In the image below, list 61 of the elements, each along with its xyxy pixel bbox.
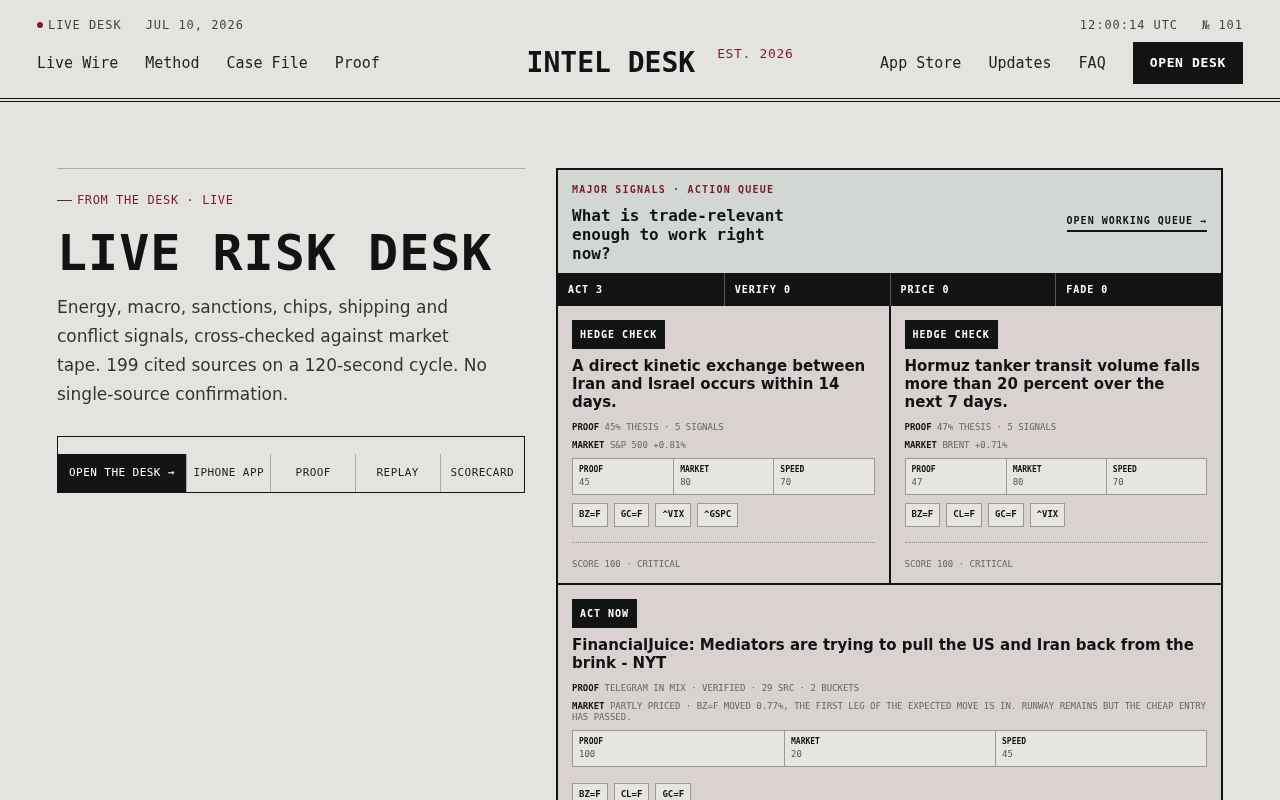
- ticker-tag[interactable]: BZ=F: [572, 783, 608, 800]
- stat-cell: SPEED 70: [773, 458, 874, 494]
- card-badge: ACT NOW: [572, 599, 638, 628]
- nav-link[interactable]: Case File: [226, 51, 308, 75]
- proof-line: PROOF 45% THESIS · 5 SIGNALS: [572, 421, 725, 434]
- hero-button[interactable]: OPEN THE DESK →: [58, 454, 186, 492]
- working-queue-link[interactable]: OPEN WORKING QUEUE →: [1066, 213, 1207, 232]
- issue-number: № 101: [1202, 17, 1243, 34]
- score-text: SCORE 100 · CRITICAL: [572, 557, 682, 571]
- ticker-tag[interactable]: CL=F: [946, 503, 982, 527]
- eyebrow-dash-icon: [57, 199, 72, 201]
- ticker-tag[interactable]: CL=F: [613, 783, 650, 800]
- card-badge: HEDGE CHECK: [904, 320, 998, 349]
- time-text: 12:00:14 UTC: [1079, 17, 1179, 34]
- nav-link[interactable]: Proof: [334, 51, 380, 75]
- ticker-tag[interactable]: GC=F: [613, 503, 650, 527]
- hero-button[interactable]: SCORECARD: [439, 454, 524, 492]
- stat-cell-text: PROOF 45: [578, 463, 605, 489]
- stat-cell: SPEED 45: [995, 730, 1206, 766]
- nav-link[interactable]: App Store: [880, 51, 962, 75]
- hero-eyebrow: FROM THE DESK · LIVE: [77, 192, 234, 209]
- nav-link[interactable]: Updates: [988, 51, 1052, 75]
- hero-description: Energy, macro, sanctions, chips, shipping and conflict signals, cross-checked against market tape. 199 cited sources on a 120-second cycle. No single-source confirmation.: [57, 296, 488, 406]
- nav-link[interactable]: Method: [145, 51, 200, 75]
- market-line: MARKET BRENT +0.71%: [904, 439, 1009, 451]
- queue-eyebrow: MAJOR SIGNALS · ACTION QUEUE: [572, 183, 776, 197]
- live-status: LIVE DESK: [37, 16, 122, 34]
- ticker-tag[interactable]: GC=F: [987, 503, 1024, 527]
- card-title: FinancialJuice: Mediators are trying to pull the US and Iran back from the brink - NYT: [572, 636, 1195, 672]
- date-text: JUL 10, 2026: [145, 17, 244, 34]
- hero-button[interactable]: PROOF: [270, 454, 355, 492]
- stat-cell: MARKET 80: [1005, 458, 1106, 494]
- hero-button[interactable]: IPHONE APP: [185, 454, 271, 492]
- est-text: EST. 2026: [717, 45, 794, 63]
- ticker-tag[interactable]: ^VIX: [1029, 503, 1066, 527]
- ticker-tag[interactable]: BZ=F: [904, 503, 941, 527]
- stat-cell-text: PROOF 47: [910, 463, 937, 489]
- hero-title: LIVE RISK DESK: [57, 223, 494, 283]
- ticker-tag[interactable]: GC=F: [655, 783, 692, 800]
- market-line: MARKET PARTLY PRICED · BZ=F MOVED 0.77%, THE FIRST LEG OF THE EXPECTED MOVE IS IN. RUNWAY REMAINS BUT THE CHEAP ENTRY HAS PASSED.: [572, 700, 1207, 723]
- proof-line: PROOF 47% THESIS · 5 SIGNALS: [904, 421, 1058, 434]
- stat-cell: MARKET 20: [784, 730, 995, 766]
- open-desk-button[interactable]: OPEN DESK: [1132, 42, 1243, 84]
- stat-cell: SPEED 70: [1105, 458, 1206, 494]
- stat-cell-text: PROOF 100: [578, 735, 605, 761]
- ticker-tag[interactable]: ^VIX: [655, 503, 692, 527]
- score-text: SCORE 100 · CRITICAL: [904, 557, 1014, 571]
- hero-button[interactable]: REPLAY: [355, 454, 440, 492]
- ticker-tag[interactable]: ^GSPC: [697, 503, 739, 527]
- card-title: A direct kinetic exchange between Iran and Israel occurs within 14 days.: [572, 357, 867, 411]
- card-badge: HEDGE CHECK: [572, 320, 666, 349]
- queue-title: What is trade-relevant enough to work right now?: [572, 206, 785, 263]
- card-title: Hormuz tanker transit volume falls more than 20 percent over the next 7 days.: [904, 357, 1201, 411]
- market-line: MARKET S&P 500 +0.81%: [572, 439, 687, 451]
- nav-link[interactable]: Live Wire: [37, 51, 119, 75]
- queue-tab[interactable]: ACT 3: [558, 273, 724, 306]
- proof-line: PROOF TELEGRAM IN MIX · VERIFIED · 29 SRC · 2 BUCKETS: [572, 682, 861, 695]
- stat-cell: MARKET 80: [673, 458, 774, 494]
- ticker-tag[interactable]: BZ=F: [572, 503, 608, 527]
- brand-logo[interactable]: INTEL DESK: [526, 42, 696, 84]
- nav-link[interactable]: FAQ: [1078, 51, 1106, 75]
